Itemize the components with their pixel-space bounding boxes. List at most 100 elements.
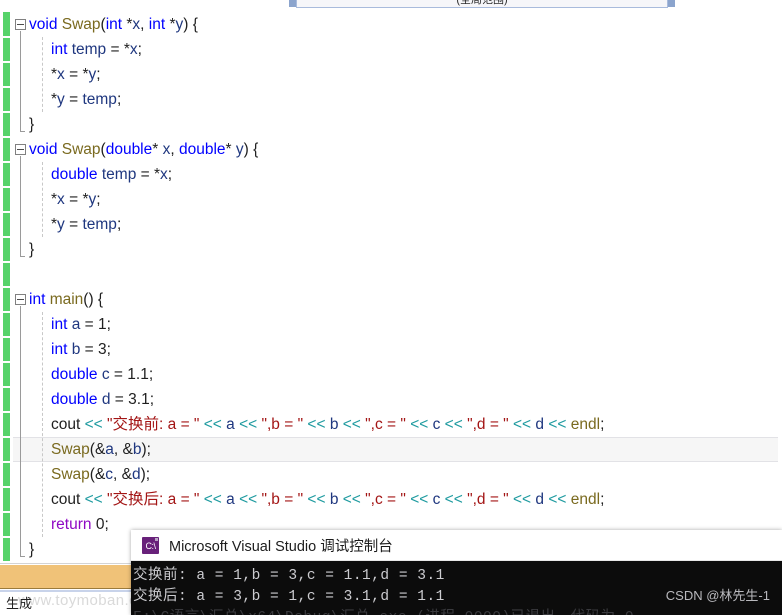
change-bar-tick bbox=[3, 286, 10, 288]
code-token: << bbox=[338, 416, 366, 433]
code-token: a bbox=[226, 491, 235, 508]
fold-region-elbow bbox=[20, 256, 25, 257]
fold-collapse-icon[interactable] bbox=[15, 294, 26, 305]
code-token: cout bbox=[51, 491, 81, 508]
code-token: ",b = " bbox=[261, 491, 304, 508]
code-token: ; bbox=[106, 316, 111, 333]
change-bar-tick bbox=[3, 261, 10, 263]
code-line-text: } bbox=[29, 112, 34, 137]
code-token: int bbox=[51, 316, 68, 333]
code-token: << bbox=[234, 416, 262, 433]
code-token: = bbox=[64, 216, 83, 233]
code-token: double bbox=[51, 366, 98, 383]
scope-tooltip: (全局范围) bbox=[296, 0, 668, 8]
code-token: "交换前: a = " bbox=[107, 416, 200, 433]
code-token: = bbox=[80, 316, 98, 333]
code-token: ; bbox=[137, 41, 142, 58]
code-token: temp bbox=[101, 166, 137, 183]
code-token: temp bbox=[82, 91, 117, 108]
indent-guide bbox=[42, 162, 43, 237]
code-token: ",b = " bbox=[261, 416, 304, 433]
tooltip-left-grip bbox=[289, 0, 296, 7]
code-token: = * bbox=[64, 66, 89, 83]
code-token: << bbox=[303, 491, 330, 508]
code-token: int bbox=[51, 41, 68, 58]
fold-region-line bbox=[20, 156, 21, 256]
code-token: << bbox=[199, 491, 227, 508]
fold-region-line bbox=[20, 31, 21, 131]
code-token: "交换后: a = " bbox=[107, 491, 200, 508]
code-token: << bbox=[405, 416, 433, 433]
console-output-line: 交换前: a = 1,b = 3,c = 1.1,d = 3.1 bbox=[133, 568, 445, 584]
code-line-text: *y = temp; bbox=[51, 87, 121, 112]
code-token: << bbox=[338, 491, 366, 508]
code-line-text: } bbox=[29, 237, 34, 262]
code-line-text: int b = 3; bbox=[51, 337, 111, 362]
code-token: ; bbox=[116, 216, 122, 233]
code-token: x bbox=[57, 191, 65, 208]
code-token: 1 bbox=[97, 316, 107, 333]
change-bar-tick bbox=[3, 511, 10, 513]
build-progress-bar bbox=[0, 565, 135, 589]
code-token: ; bbox=[600, 416, 605, 433]
code-token: main bbox=[49, 291, 84, 308]
code-token: x bbox=[129, 41, 138, 58]
code-token: return bbox=[51, 516, 92, 533]
code-line-text: return 0; bbox=[51, 512, 109, 537]
fold-region-elbow bbox=[20, 131, 25, 132]
code-token: Swap bbox=[51, 466, 90, 483]
change-bar-tick bbox=[3, 186, 10, 188]
code-token: << bbox=[234, 491, 262, 508]
code-line-text: *x = *y; bbox=[51, 187, 101, 212]
code-token: cout bbox=[51, 416, 81, 433]
code-token: << bbox=[405, 491, 433, 508]
code-token: Swap bbox=[61, 141, 101, 158]
code-token: int bbox=[29, 291, 50, 308]
code-token: ; bbox=[148, 366, 154, 383]
console-title: Microsoft Visual Studio 调试控制台 bbox=[169, 539, 393, 555]
code-line-text: void Swap(int *x, int *y) { bbox=[29, 12, 198, 37]
code-token: ; bbox=[96, 66, 101, 83]
code-token: << bbox=[544, 491, 571, 508]
code-token: ; bbox=[600, 491, 605, 508]
code-token: * bbox=[225, 141, 236, 158]
change-indicator-gaps bbox=[3, 12, 10, 563]
code-token: ",c = " bbox=[365, 416, 406, 433]
build-tab-label[interactable]: 生成 bbox=[6, 593, 32, 612]
code-editor[interactable]: void Swap(int *x, int *y) {int temp = *x… bbox=[0, 12, 782, 563]
debug-console-window[interactable]: C:\ Microsoft Visual Studio 调试控制台 交换前: a… bbox=[131, 530, 782, 615]
code-token: x bbox=[160, 166, 168, 183]
code-token: (& bbox=[89, 441, 106, 458]
change-bar-tick bbox=[3, 386, 10, 388]
code-token: endl bbox=[570, 416, 601, 433]
code-token: 3 bbox=[97, 341, 107, 358]
console-titlebar[interactable]: C:\ Microsoft Visual Studio 调试控制台 bbox=[131, 530, 782, 561]
code-token: ",c = " bbox=[365, 491, 406, 508]
code-token: = bbox=[110, 391, 129, 408]
fold-collapse-icon[interactable] bbox=[15, 144, 26, 155]
code-token: y bbox=[235, 141, 244, 158]
code-token: << bbox=[440, 491, 468, 508]
fold-collapse-icon[interactable] bbox=[15, 19, 26, 30]
code-token: a bbox=[105, 441, 114, 458]
code-token: temp bbox=[71, 41, 107, 58]
code-token: endl bbox=[570, 491, 601, 508]
code-token: void bbox=[29, 141, 62, 158]
csdn-watermark: CSDN @林先生-1 bbox=[665, 588, 770, 603]
gutter-separator bbox=[12, 12, 13, 563]
code-line-text: double c = 1.1; bbox=[51, 362, 153, 387]
code-token: * bbox=[122, 16, 133, 33]
console-output-line: 交换后: a = 3,b = 1,c = 3.1,d = 1.1 bbox=[133, 589, 445, 605]
code-token: double bbox=[51, 391, 98, 408]
change-bar-tick bbox=[3, 211, 10, 213]
code-line-text: *y = temp; bbox=[51, 212, 121, 237]
code-token: () { bbox=[83, 291, 104, 308]
code-token: y bbox=[57, 91, 65, 108]
code-token: = bbox=[109, 366, 128, 383]
change-bar-tick bbox=[3, 486, 10, 488]
code-token: << bbox=[440, 416, 468, 433]
change-bar-tick bbox=[3, 161, 10, 163]
code-token: ; bbox=[116, 91, 122, 108]
change-bar-tick bbox=[3, 111, 10, 113]
code-token: , bbox=[170, 141, 179, 158]
